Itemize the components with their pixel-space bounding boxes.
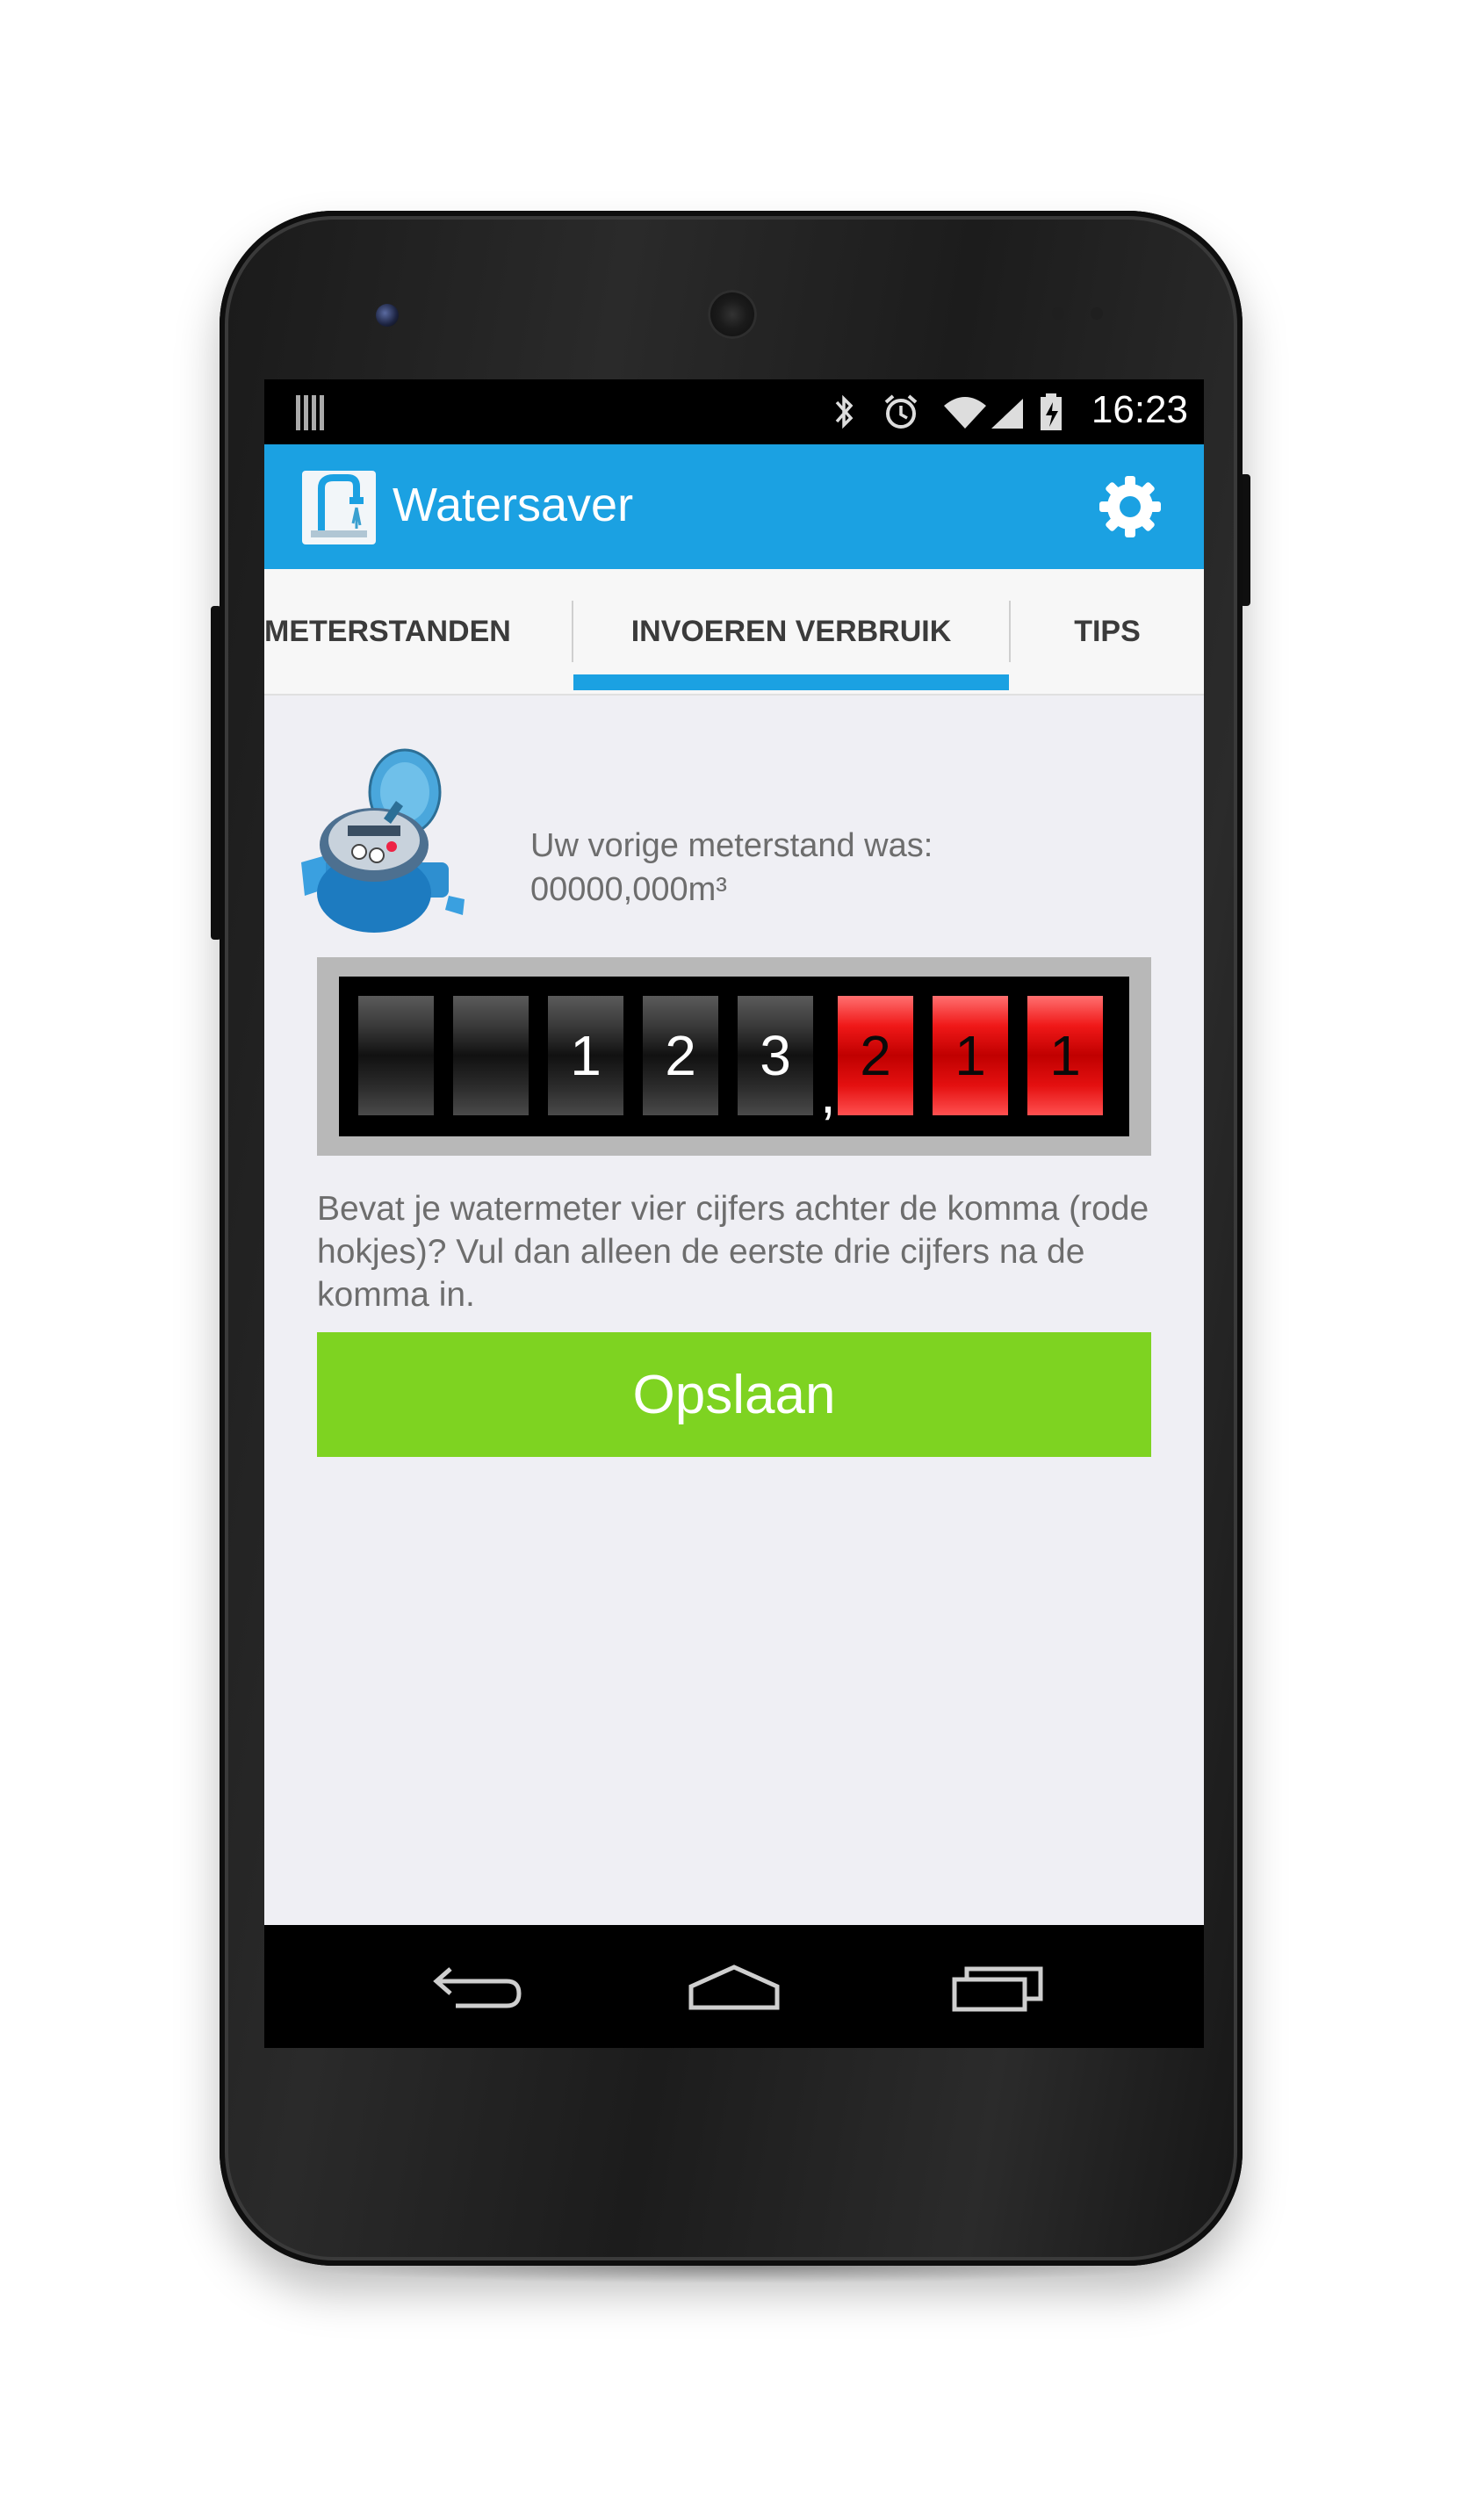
- previous-reading-label: Uw vorige meterstand was:: [530, 827, 933, 864]
- digit-input[interactable]: 2: [643, 996, 718, 1115]
- water-meter-icon: [299, 748, 466, 941]
- digit-input[interactable]: 1: [548, 996, 623, 1115]
- tab-indicator: [573, 674, 1009, 690]
- bluetooth-icon: [826, 392, 861, 441]
- decimal-digit-input[interactable]: 1: [933, 996, 1008, 1115]
- navigation-bar: [264, 1925, 1204, 2048]
- app-title: Watersaver: [393, 479, 634, 531]
- status-time: 16:23: [1091, 388, 1188, 431]
- meter-counter-display: 1 2 3 , 2 1 1: [339, 977, 1129, 1136]
- light-sensor-icon: [1091, 307, 1103, 320]
- tab-meterstanden[interactable]: METERSTANDEN: [264, 569, 572, 694]
- decimal-digit-input[interactable]: 2: [838, 996, 913, 1115]
- earpiece-speaker-icon: [708, 290, 757, 339]
- alarm-icon: [879, 392, 923, 441]
- previous-reading-value: 00000,000m³: [530, 871, 727, 908]
- tab-label: TIPS: [1074, 614, 1141, 648]
- tab-tips[interactable]: TIPS: [1011, 569, 1204, 694]
- home-icon[interactable]: [686, 1962, 782, 2015]
- digit-input[interactable]: 3: [738, 996, 813, 1115]
- hint-text: Bevat je watermeter vier cijfers achter …: [317, 1190, 1149, 1314]
- gear-icon[interactable]: [1096, 472, 1164, 541]
- battery-icon: [1037, 392, 1067, 441]
- front-camera-icon: [376, 304, 399, 327]
- decimal-separator: ,: [820, 1062, 836, 1125]
- action-bar: Watersaver: [264, 444, 1204, 569]
- recent-apps-icon[interactable]: [949, 1962, 1046, 2015]
- meter-counter: 1 2 3 , 2 1 1: [317, 957, 1151, 1156]
- screen: 16:23 Watersaver METERSTANDEN INVOEREN V…: [264, 379, 1204, 2048]
- tab-label: METERSTANDEN: [264, 614, 511, 648]
- faucet-logo-icon: [302, 471, 376, 544]
- save-button[interactable]: Opslaan: [317, 1332, 1151, 1457]
- tab-label: INVOEREN VERBRUIK: [630, 614, 952, 648]
- status-bar: 16:23: [264, 379, 1204, 444]
- notification-icon: [296, 395, 326, 430]
- proximity-sensor-icon: [1052, 307, 1064, 320]
- digit-input[interactable]: [453, 996, 529, 1115]
- decimal-digit-input[interactable]: 1: [1027, 996, 1103, 1115]
- digit-input[interactable]: [358, 996, 434, 1115]
- back-icon[interactable]: [429, 1962, 526, 2015]
- wifi-icon: [940, 392, 1028, 441]
